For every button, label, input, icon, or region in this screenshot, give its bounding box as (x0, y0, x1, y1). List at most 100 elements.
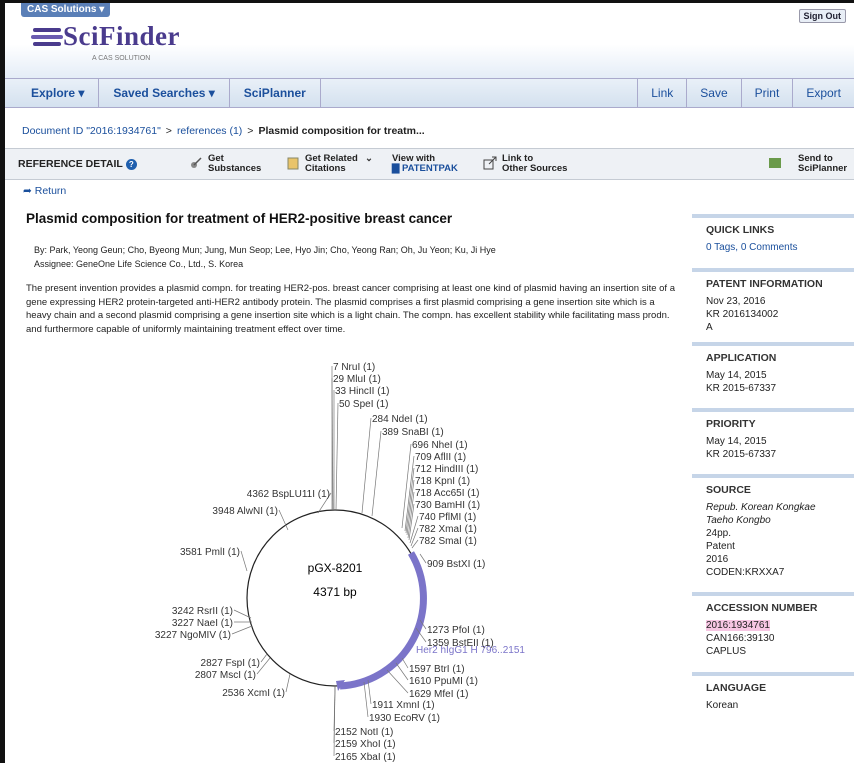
site-leader-line (371, 430, 382, 517)
accession-number-title: ACCESSION NUMBER (706, 602, 818, 614)
restriction-site-label: 1597 BtrI (1) (409, 664, 465, 675)
restriction-site-label: 33 HincII (1) (335, 386, 389, 397)
language-title: LANGUAGE (706, 682, 767, 694)
nav-explore[interactable]: Explore ▾ (5, 79, 100, 107)
accession-number-section: ACCESSION NUMBER 2016:1934761 CAN166:391… (692, 592, 854, 672)
priority-section: PRIORITY May 14, 2015 KR 2015-67337 (692, 408, 854, 474)
restriction-site-label: 782 SmaI (1) (419, 536, 477, 547)
site-leader-line (401, 657, 409, 669)
reference-detail-label: REFERENCE DETAIL (18, 158, 123, 170)
restriction-site-label: 2807 MscI (1) (195, 670, 256, 681)
site-leader-line (419, 553, 427, 564)
chevron-down-icon[interactable]: ⌄ (365, 154, 373, 164)
get-related-citations-button[interactable]: Get Related Citations (286, 154, 358, 174)
restriction-site-label: 3242 RsrII (1) (172, 606, 233, 617)
nav-saved-searches[interactable]: Saved Searches ▾ (99, 79, 230, 107)
restriction-site-label: 909 BstXI (1) (427, 559, 485, 570)
link-to-other-sources-button[interactable]: Link to Other Sources (483, 154, 567, 174)
source-journal-2: Taeho Kongbo (706, 515, 771, 526)
restriction-site-label: 389 SnaBI (1) (382, 427, 444, 438)
breadcrumb: Document ID "2016:1934761" > references (1… (22, 125, 425, 137)
restriction-site-label: 1930 EcoRV (1) (369, 713, 440, 724)
restriction-site-label: 29 MluI (1) (333, 374, 381, 385)
site-leader-line (240, 550, 248, 572)
breadcrumb-document[interactable]: Document ID "2016:1934761" (22, 125, 161, 137)
restriction-site-label: 1629 MfeI (1) (409, 689, 468, 700)
restriction-site-label: 718 KpnI (1) (415, 476, 470, 487)
help-icon[interactable]: ? (125, 158, 137, 170)
restriction-site-label: 2159 XhoI (1) (335, 739, 396, 750)
reference-toolbar: REFERENCE DETAIL? Get Substances Get Rel… (5, 148, 854, 180)
app-header: CAS Solutions ▾ SciFinder A CAS SOLUTION… (5, 0, 854, 78)
return-link[interactable]: ➦ Return (23, 185, 66, 197)
restriction-site-label: 709 AflII (1) (415, 452, 466, 463)
restriction-site-label: 7 NruI (1) (333, 362, 375, 373)
application-title: APPLICATION (706, 352, 777, 364)
breadcrumb-current: Plasmid composition for treatm... (258, 125, 425, 137)
accession-number: 2016:1934761 (706, 620, 770, 631)
restriction-site-label: 1911 XmnI (1) (372, 700, 435, 711)
priority-title: PRIORITY (706, 418, 756, 430)
patent-date: Nov 23, 2016 (706, 296, 766, 307)
site-leader-line (363, 681, 369, 718)
priority-date: May 14, 2015 (706, 436, 767, 447)
print-button[interactable]: Print (740, 79, 793, 107)
return-label: Return (34, 185, 67, 197)
scifinder-logo[interactable]: SciFinder A CAS SOLUTION (31, 21, 180, 62)
get-substances-button[interactable]: Get Substances (189, 154, 261, 174)
site-leader-line (260, 653, 268, 663)
restriction-site-label: 3227 NgoMIV (1) (155, 630, 231, 641)
send-to-sciplanner-button[interactable]: Send to SciPlanner (768, 154, 847, 174)
site-leader-line (231, 625, 253, 635)
restriction-site-label: 1359 BstEII (1) (427, 638, 494, 649)
patent-information-title: PATENT INFORMATION (706, 278, 823, 290)
tags-comments-link[interactable]: 0 Tags, 0 Comments (706, 241, 854, 254)
site-leader-line (386, 669, 409, 694)
source-coden: CODEN:KRXXA7 (706, 567, 785, 578)
can-number: CAN166:39130 (706, 633, 775, 644)
main-nav: Explore ▾ Saved Searches ▾ SciPlanner Li… (5, 78, 854, 108)
restriction-site-label: 2165 XbaI (1) (335, 752, 396, 763)
export-button[interactable]: Export (792, 79, 854, 107)
restriction-site-label: 712 HindIII (1) (415, 464, 478, 475)
sciplanner-icon (769, 158, 781, 168)
reference-title: Plasmid composition for treatment of HER… (26, 211, 453, 226)
site-leader-line (361, 417, 372, 514)
restriction-site-label: 3581 PmlI (1) (180, 547, 240, 558)
quick-links-section: QUICK LINKS 0 Tags, 0 Comments (692, 214, 854, 268)
preferences-link[interactable]: Preferences (639, 11, 696, 22)
help-menu[interactable]: SciFinder Help ▾ (711, 11, 789, 22)
view-with-patentpak-button[interactable]: View with ▇ PATENTPAK (392, 154, 458, 174)
site-leader-line (367, 679, 372, 705)
language-value: Korean (706, 700, 739, 711)
patent-information-section: PATENT INFORMATION Nov 23, 2016 KR 20161… (692, 268, 854, 342)
substance-icon (191, 157, 202, 168)
logo-icon (31, 27, 63, 46)
restriction-site-label: 782 XmaI (1) (419, 524, 477, 535)
patentpak-label: ▇ PATENTPAK (392, 163, 458, 174)
sign-out-button[interactable]: Sign Out (798, 9, 846, 23)
patentpak-text: PATENTPAK (401, 163, 458, 174)
breadcrumb-references[interactable]: references (1) (177, 125, 242, 137)
restriction-site-label: 1273 PfoI (1) (427, 625, 485, 636)
link-button[interactable]: Link (637, 79, 686, 107)
reference-abstract: The present invention provides a plasmid… (26, 283, 675, 335)
source-title: SOURCE (706, 484, 751, 496)
restriction-site-label: 3227 NaeI (1) (172, 618, 233, 629)
info-sidebar: QUICK LINKS 0 Tags, 0 Comments PATENT IN… (692, 214, 854, 742)
assignee-line: Assignee: GeneOne Life Science Co., Ltd.… (34, 259, 244, 269)
restriction-site-label: 2152 NotI (1) (335, 727, 393, 738)
plasmid-size: 4371 bp (313, 585, 357, 599)
source-section: SOURCE Repub. Korean Kongkae Taeho Kongb… (692, 474, 854, 592)
patent-number: KR 2016134002 (706, 309, 779, 320)
source-pages: 24pp. (706, 528, 732, 539)
save-button[interactable]: Save (686, 79, 740, 107)
restriction-site-label: 718 Acc65I (1) (415, 488, 479, 499)
site-leader-line (335, 402, 339, 511)
citations-icon (287, 157, 299, 170)
nav-sciplanner[interactable]: SciPlanner (230, 79, 321, 107)
source-type: Patent (706, 541, 735, 552)
restriction-site-label: 2536 XcmI (1) (222, 688, 285, 699)
cas-solutions-menu[interactable]: CAS Solutions ▾ (21, 3, 111, 17)
site-leader-line (285, 673, 291, 693)
